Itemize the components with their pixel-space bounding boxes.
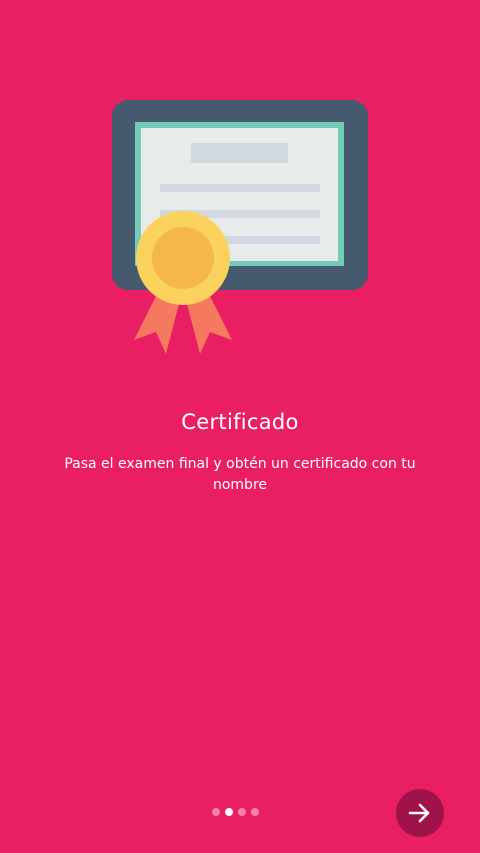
onboarding-description: Pasa el examen final y obtén un certific… — [64, 456, 416, 493]
onboarding-screen: Certificado Pasa el examen final y obtén… — [0, 0, 480, 853]
page-dot-active — [225, 808, 233, 816]
page-dot — [251, 808, 259, 816]
onboarding-title: Certificado — [181, 410, 299, 434]
page-indicator — [212, 807, 259, 817]
next-button[interactable] — [396, 789, 444, 837]
certificate-icon — [112, 100, 368, 354]
arrow-right-icon — [408, 803, 430, 823]
page-dot — [238, 808, 246, 816]
page-dot — [212, 808, 220, 816]
